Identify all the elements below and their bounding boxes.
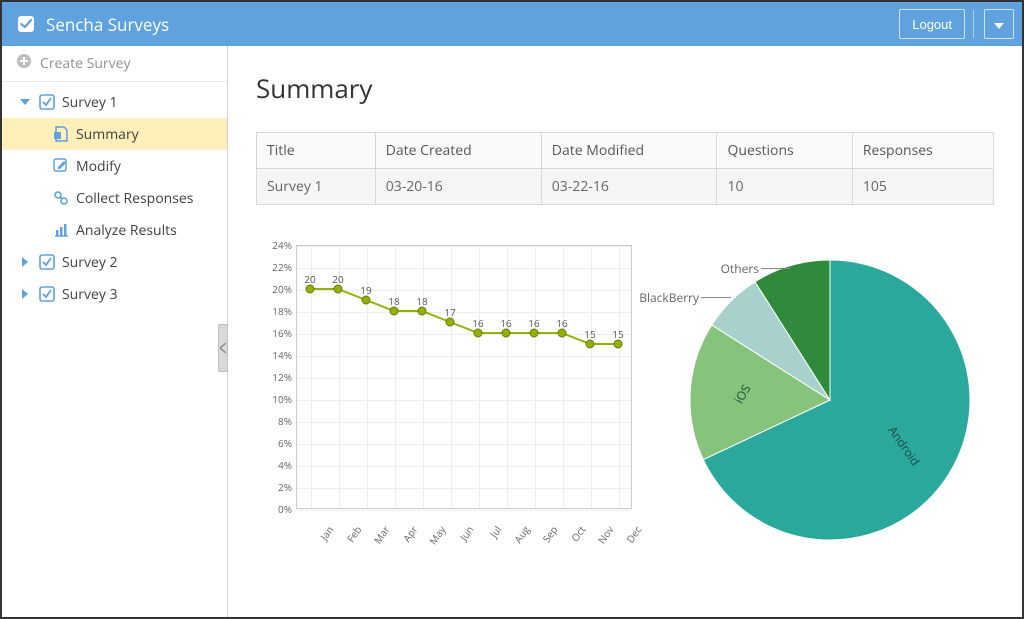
sidebar-item-label: Survey 1 <box>62 93 118 112</box>
caret-down-icon <box>18 99 32 105</box>
summary-icon <box>52 126 70 142</box>
col-title: Title <box>257 133 376 169</box>
charts-row: 0%2%4%6%8%10%12%14%16%18%20%22%24%JanFeb… <box>256 245 994 555</box>
caret-right-icon <box>18 289 32 299</box>
modify-icon <box>52 158 70 174</box>
pie-chart-container: AndroidiOSBlackBerryOthers <box>666 245 994 555</box>
survey-check-icon <box>38 254 56 270</box>
sidebar-item-collect-responses[interactable]: Collect Responses <box>2 182 227 214</box>
app-logo-icon <box>16 14 36 34</box>
survey-check-icon <box>38 286 56 302</box>
analyze-icon <box>52 222 70 238</box>
survey-tree: Survey 1 Summary Modify Collect Response… <box>2 82 227 310</box>
sidebar-item-summary[interactable]: Summary <box>2 118 227 150</box>
sidebar: Create Survey Survey 1 Summary Modify <box>2 46 228 617</box>
chevron-left-icon <box>220 339 226 358</box>
logout-button[interactable]: Logout <box>899 9 965 39</box>
sidebar-item-label: Analyze Results <box>76 221 177 240</box>
cell-title: Survey 1 <box>257 169 376 205</box>
sidebar-item-label: Survey 2 <box>62 253 118 272</box>
pie-slice-label: Others <box>721 260 759 277</box>
cell-questions: 10 <box>717 169 852 205</box>
col-responses: Responses <box>852 133 993 169</box>
sidebar-item-survey-1[interactable]: Survey 1 <box>2 86 227 118</box>
table-header-row: Title Date Created Date Modified Questio… <box>257 133 994 169</box>
sidebar-item-label: Survey 3 <box>62 285 118 304</box>
cell-responses: 105 <box>852 169 993 205</box>
page-title: Summary <box>256 70 994 106</box>
create-survey-button[interactable]: Create Survey <box>2 46 227 82</box>
sidebar-item-label: Modify <box>76 157 121 176</box>
plus-circle-icon <box>16 53 32 74</box>
table-row: Survey 1 03-20-16 03-22-16 10 105 <box>257 169 994 205</box>
cell-date-modified: 03-22-16 <box>541 169 717 205</box>
summary-table: Title Date Created Date Modified Questio… <box>256 132 994 205</box>
pie-slice-label: BlackBerry <box>639 289 699 306</box>
sidebar-collapse-handle[interactable] <box>218 324 228 372</box>
caret-right-icon <box>18 257 32 267</box>
col-date-created: Date Created <box>375 133 541 169</box>
collect-icon <box>52 190 70 206</box>
line-chart: 0%2%4%6%8%10%12%14%16%18%20%22%24%JanFeb… <box>256 245 636 539</box>
sidebar-item-survey-2[interactable]: Survey 2 <box>2 246 227 278</box>
header-more-button[interactable] <box>984 9 1014 39</box>
col-date-modified: Date Modified <box>541 133 717 169</box>
create-survey-label: Create Survey <box>40 54 131 73</box>
pie-chart: AndroidiOSBlackBerryOthers <box>675 245 985 555</box>
app-header: Sencha Surveys Logout <box>2 2 1022 46</box>
header-separator <box>973 10 974 38</box>
sidebar-item-label: Collect Responses <box>76 189 193 208</box>
sidebar-item-label: Summary <box>76 125 139 144</box>
sidebar-item-analyze-results[interactable]: Analyze Results <box>2 214 227 246</box>
app-title: Sencha Surveys <box>46 13 899 36</box>
cell-date-created: 03-20-16 <box>375 169 541 205</box>
sidebar-item-modify[interactable]: Modify <box>2 150 227 182</box>
survey-check-icon <box>38 94 56 110</box>
caret-down-icon <box>994 17 1004 32</box>
line-chart-container: 0%2%4%6%8%10%12%14%16%18%20%22%24%JanFeb… <box>256 245 646 555</box>
sidebar-item-survey-3[interactable]: Survey 3 <box>2 278 227 310</box>
col-questions: Questions <box>717 133 852 169</box>
main-content: Summary Title Date Created Date Modified… <box>228 46 1022 617</box>
